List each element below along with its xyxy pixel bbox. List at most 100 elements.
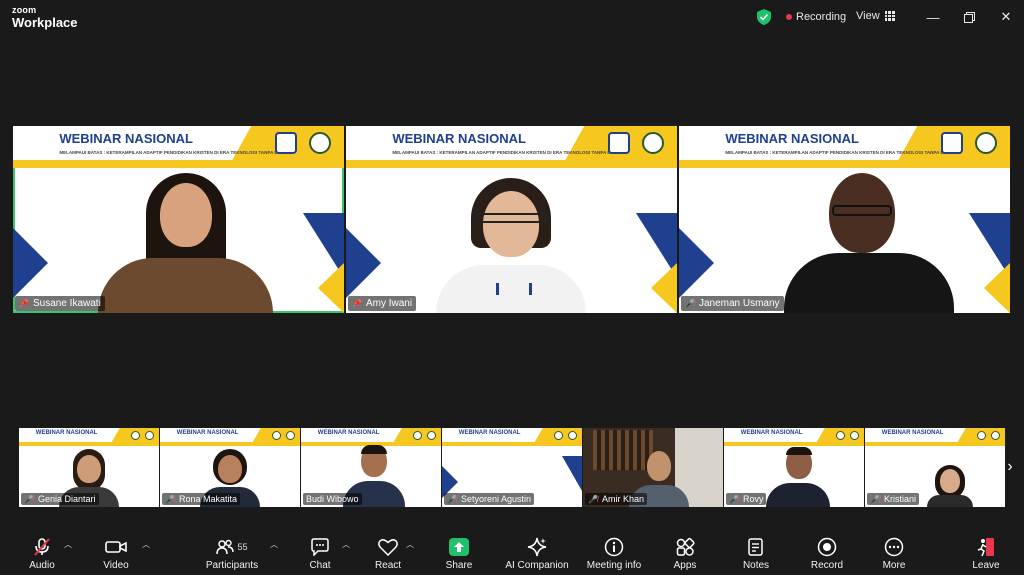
banner-title: WEBINAR NASIONAL [881,430,944,436]
institution-seal [642,132,664,154]
minimize-button[interactable]: — [924,8,942,26]
university-logo [608,132,630,154]
name-label: 🎤̸ Rovy [726,493,767,505]
institution-seal [272,431,281,440]
react-options-caret[interactable]: ︿ [406,539,414,550]
pin-icon: 📌 [19,299,29,308]
participant-name: Amir Khan [601,494,644,504]
webinar-banner: WEBINAR NASIONAL [160,428,300,446]
video-options-caret[interactable]: ︿ [142,539,150,550]
restore-button[interactable] [960,8,978,26]
filmstrip-tile[interactable]: WEBINAR NASIONAL 🎤̸ Kristiani [865,428,1005,507]
muted-mic-icon: 🎤̸ [165,494,175,504]
banner-subtitle: MELAMPAUI BATAS : KETERAMPILAN ADAPTIF P… [392,150,623,155]
university-logo [275,132,297,154]
chat-options-caret[interactable]: ︿ [342,539,350,550]
record-label: Record [810,560,844,571]
institution-seal [836,431,845,440]
webinar-banner: WEBINAR NASIONAL [442,428,582,446]
filmstrip-tile[interactable]: 🎤̸ Amir Khan [583,428,723,507]
institution-seal [286,431,295,440]
share-screen-icon [449,538,469,556]
filmstrip-tile[interactable]: WEBINAR NASIONAL 🎤̸ Rovy [724,428,864,507]
apps-icon [676,537,695,556]
encryption-shield-icon[interactable] [757,9,771,25]
leave-label: Leave [972,560,1000,571]
institution-seal [977,431,986,440]
banner-title: WEBINAR NASIONAL [35,430,98,436]
participant-name: Genia Diantari [37,494,96,504]
muted-mic-icon: 🎤̸ [447,494,457,504]
video-tile-main-2[interactable]: WEBINAR NASIONAL MELAMPAUI BATAS : KETER… [346,126,677,313]
participant-video [784,173,954,313]
minimize-icon: — [926,9,940,25]
recording-indicator[interactable]: Recording [786,11,846,23]
participants-button[interactable]: 55 Participants [202,527,262,575]
chat-button[interactable]: Chat [302,527,338,575]
filmstrip-next-button[interactable]: › [1003,455,1017,479]
participant-video [431,173,591,313]
banner-title: WEBINAR NASIONAL [176,430,239,436]
react-label: React [374,560,402,571]
video-button[interactable]: Video [96,527,136,575]
restore-icon [963,11,975,23]
close-button[interactable]: ✕ [997,8,1015,26]
name-label: 🎤̸ Amir Khan [585,493,647,505]
view-button[interactable]: View [856,10,895,22]
ai-companion-button[interactable]: AI Companion [502,527,572,575]
banner-subtitle: MELAMPAUI BATAS : KETERAMPILAN ADAPTIF P… [725,150,956,155]
more-button[interactable]: More [876,527,912,575]
title-bar: zoom Workplace Recording View — ✕ [0,0,1024,36]
banner-title: WEBINAR NASIONAL [59,131,193,146]
webinar-banner: WEBINAR NASIONAL [301,428,441,446]
name-label: 🎤̸ Rona Makatita [162,493,240,505]
muted-mic-icon: 🎤̸ [685,299,695,308]
view-label: View [856,10,880,22]
banner-title: WEBINAR NASIONAL [740,430,803,436]
participant-name: Kristiani [883,494,916,504]
name-label: 📌 Susane Ikawati [15,296,105,311]
meeting-toolbar: Audio ︿ Video ︿ 55 Participants ︿ Chat ︿… [0,527,1024,575]
name-label: 🎤̸ Janeman Usmany [681,296,784,311]
notes-button[interactable]: Notes [738,527,774,575]
webinar-banner: WEBINAR NASIONAL MELAMPAUI BATAS : KETER… [13,126,344,168]
pin-icon: 📌 [352,299,362,308]
heart-icon [378,539,398,556]
react-button[interactable]: React [370,527,406,575]
participants-options-caret[interactable]: ︿ [270,539,278,550]
chevron-right-icon: › [1007,458,1013,475]
muted-mic-icon: 🎤̸ [24,494,34,504]
ai-companion-label: AI Companion [505,560,569,571]
institution-seal [554,431,563,440]
name-label: 🎤̸ Kristiani [867,493,919,505]
zoom-logo: zoom Workplace [12,6,78,30]
video-tile-main-3[interactable]: WEBINAR NASIONAL MELAMPAUI BATAS : KETER… [679,126,1010,313]
recording-dot-icon [786,14,792,20]
mic-muted-icon [34,538,50,556]
filmstrip-tile[interactable]: WEBINAR NASIONAL 🎤̸ Setyoreni Agustin [442,428,582,507]
webinar-banner: WEBINAR NASIONAL [19,428,159,446]
video-tile-main-1[interactable]: WEBINAR NASIONAL MELAMPAUI BATAS : KETER… [13,126,344,313]
record-button[interactable]: Record [808,527,846,575]
meeting-info-button[interactable]: Meeting info [584,527,644,575]
banner-subtitle: MELAMPAUI BATAS : KETERAMPILAN ADAPTIF P… [59,150,290,155]
filmstrip-tile[interactable]: WEBINAR NASIONAL Budi Wibowo [301,428,441,507]
audio-button[interactable]: Audio [22,527,62,575]
leave-button[interactable]: Leave [968,527,1004,575]
apps-button[interactable]: Apps [668,527,702,575]
filmstrip-tile[interactable]: WEBINAR NASIONAL 🎤̸ Genia Diantari [19,428,159,507]
banner-title: WEBINAR NASIONAL [392,131,526,146]
filmstrip-tile[interactable]: WEBINAR NASIONAL 🎤̸ Rona Makatita [160,428,300,507]
name-label: 🎤̸ Genia Diantari [21,493,99,505]
chat-icon [311,538,329,556]
audio-options-caret[interactable]: ︿ [64,539,72,550]
name-label: 📌 Amy Iwani [348,296,417,311]
banner-title: WEBINAR NASIONAL [458,430,521,436]
institution-seal [850,431,859,440]
participant-video [98,173,273,313]
video-label: Video [103,560,129,571]
webinar-banner: WEBINAR NASIONAL MELAMPAUI BATAS : KETER… [346,126,677,168]
more-label: More [882,560,906,571]
share-button[interactable]: Share [440,527,478,575]
share-label: Share [445,560,473,571]
